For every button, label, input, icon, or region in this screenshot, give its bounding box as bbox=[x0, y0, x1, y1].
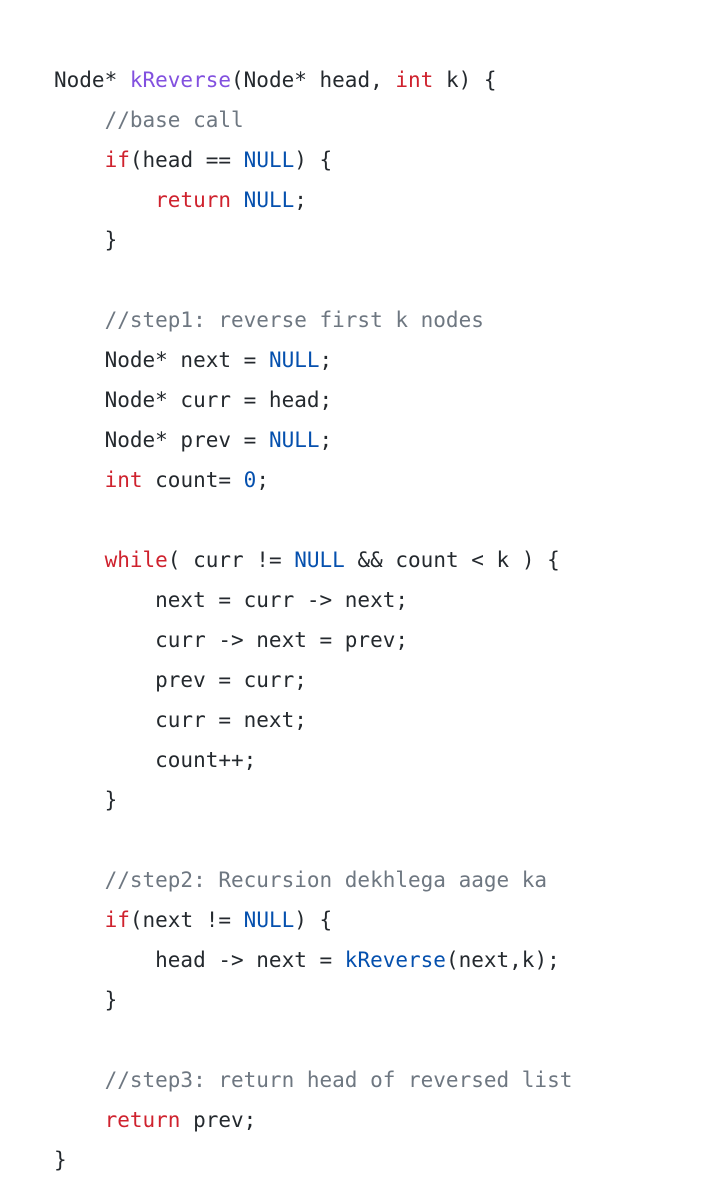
code-line: curr -> next = prev; bbox=[54, 620, 572, 660]
code-line: //step1: reverse first k nodes bbox=[54, 300, 572, 340]
code-text: ( curr != bbox=[167, 548, 295, 572]
code-line: } bbox=[54, 980, 572, 1020]
code-line: count++; bbox=[54, 740, 572, 780]
code-line: next = curr -> next; bbox=[54, 580, 572, 620]
constant-token: kReverse bbox=[344, 948, 446, 972]
function-name-token: kReverse bbox=[129, 68, 232, 92]
code-line: } bbox=[54, 1140, 572, 1180]
code-line: while( curr != NULL && count < k ) { bbox=[54, 540, 572, 580]
code-text: (next != bbox=[129, 908, 244, 932]
code-text: Node* prev = bbox=[54, 428, 269, 452]
code-line: return prev; bbox=[54, 1100, 572, 1140]
code-text: ; bbox=[294, 188, 307, 212]
keyword-token: if bbox=[104, 148, 130, 172]
code-text: count++; bbox=[54, 748, 257, 772]
code-text: prev; bbox=[180, 1108, 257, 1132]
code-text: ; bbox=[256, 468, 269, 492]
constant-token: NULL bbox=[243, 188, 295, 212]
code-line: //step3: return head of reversed list bbox=[54, 1060, 573, 1100]
code-line: curr = next; bbox=[54, 700, 572, 740]
comment-token: //step1: reverse first k nodes bbox=[54, 308, 484, 332]
code-line: return NULL; bbox=[54, 180, 572, 220]
comment-token: //step3: return head of reversed list bbox=[54, 1068, 573, 1092]
code-line: Node* next = NULL; bbox=[54, 340, 572, 380]
code-text: Node* curr = head; bbox=[54, 388, 333, 412]
keyword-token: if bbox=[104, 908, 130, 932]
code-line: Node* curr = head; bbox=[54, 380, 572, 420]
keyword-token: int bbox=[395, 68, 434, 92]
constant-token: NULL bbox=[268, 428, 320, 452]
code-line: } bbox=[54, 780, 572, 820]
comment-token: //base call bbox=[54, 108, 244, 132]
constant-token: NULL bbox=[268, 348, 320, 372]
code-text: (head == bbox=[129, 148, 244, 172]
code-text: next = curr -> next; bbox=[54, 588, 409, 612]
code-line: //base call bbox=[54, 100, 572, 140]
code-text: } bbox=[54, 988, 118, 1012]
keyword-token: while bbox=[104, 548, 168, 572]
code-line: if(head == NULL) { bbox=[54, 140, 572, 180]
code-text: ; bbox=[319, 428, 333, 452]
code-text: ) { bbox=[294, 148, 333, 172]
code-text: (Node* head, bbox=[231, 68, 396, 92]
code-line: } bbox=[54, 220, 572, 260]
code-text: count= bbox=[142, 468, 244, 492]
code-line: prev = curr; bbox=[54, 660, 572, 700]
code-text: ) { bbox=[294, 908, 333, 932]
constant-token: NULL bbox=[294, 548, 345, 572]
code-line: if(next != NULL) { bbox=[54, 900, 572, 940]
code-text: head -> next = bbox=[54, 948, 345, 972]
code-line: int count= 0; bbox=[54, 460, 572, 500]
code-text: curr -> next = prev; bbox=[54, 628, 409, 652]
number-token: 0 bbox=[243, 468, 257, 492]
keyword-token: return bbox=[104, 1108, 181, 1132]
keyword-token: int bbox=[104, 468, 143, 492]
code-line: //step2: Recursion dekhlega aage ka bbox=[54, 860, 572, 900]
code-line: head -> next = kReverse(next,k); bbox=[54, 940, 572, 980]
constant-token: NULL bbox=[243, 148, 295, 172]
code-text: ; bbox=[319, 348, 333, 372]
code-text: } bbox=[54, 788, 118, 812]
code-text: (next,k); bbox=[445, 948, 560, 972]
code-text: prev = curr; bbox=[54, 668, 307, 692]
code-text: } bbox=[54, 228, 118, 252]
code-text: k) { bbox=[433, 68, 497, 92]
comment-token: //step2: Recursion dekhlega aage ka bbox=[54, 868, 548, 892]
code-text: Node* next = bbox=[54, 348, 269, 372]
code-line: Node* prev = NULL; bbox=[54, 420, 572, 460]
keyword-token: return bbox=[155, 188, 232, 212]
code-text: curr = next; bbox=[54, 708, 307, 732]
code-block: Node* kReverse(Node* head, int k) { //ba… bbox=[54, 60, 572, 1180]
code-text: } bbox=[54, 1148, 67, 1172]
code-text: Node* bbox=[54, 68, 130, 92]
code-text: && count < k ) { bbox=[344, 548, 560, 572]
constant-token: NULL bbox=[243, 908, 295, 932]
code-line: Node* kReverse(Node* head, int k) { bbox=[54, 60, 572, 100]
